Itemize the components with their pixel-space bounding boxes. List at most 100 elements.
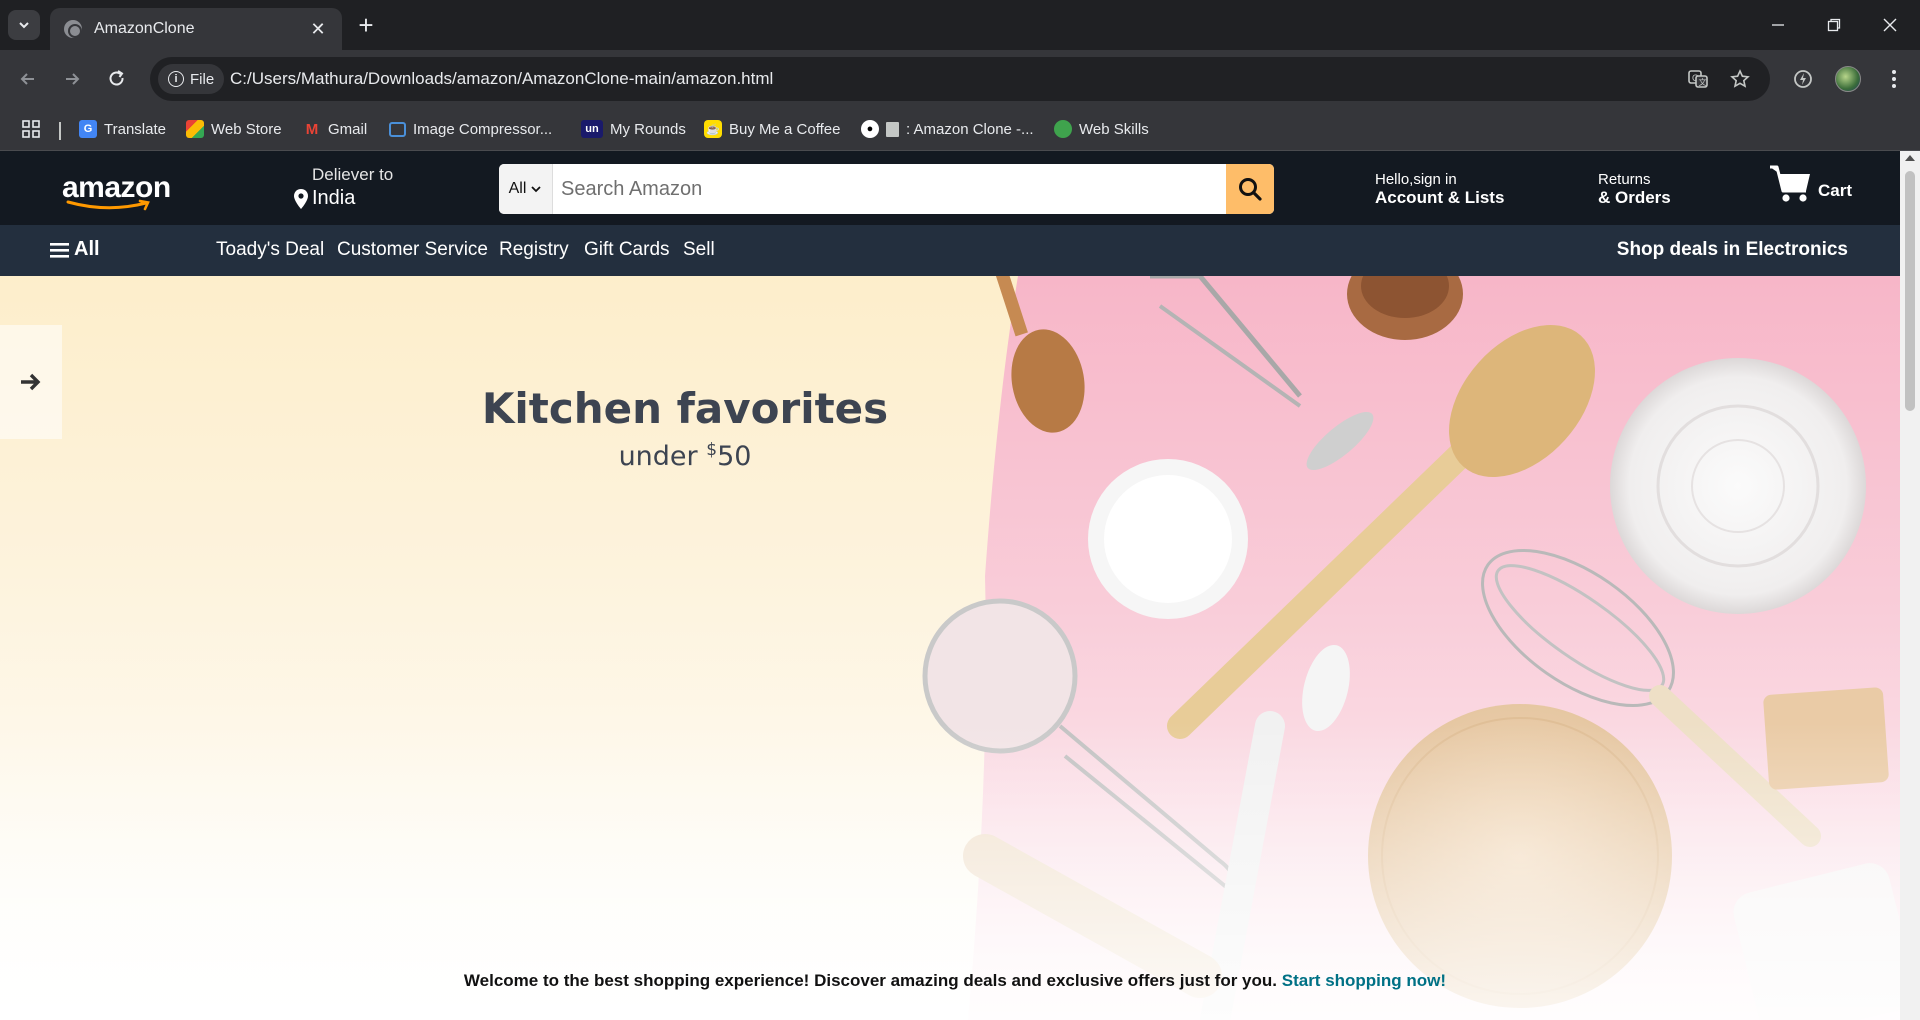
- bookmark-label: Image Compressor...: [413, 120, 553, 138]
- my-rounds-icon: un: [581, 120, 603, 138]
- bookmark-label: : Amazon Clone -...: [906, 120, 1034, 138]
- search-button[interactable]: [1226, 164, 1274, 214]
- arrow-left-icon: [20, 73, 34, 85]
- page-viewport: amazon Deliever to India All He: [0, 151, 1900, 1020]
- bookmark-amazon-clone[interactable]: ● : Amazon Clone -...: [861, 118, 1034, 140]
- tab-search-button[interactable]: [8, 10, 40, 40]
- browser-tab-active[interactable]: AmazonClone ✕: [50, 8, 342, 50]
- bookmark-label: Web Store: [211, 120, 282, 138]
- bookmark-label: Web Skills: [1079, 120, 1149, 138]
- welcome-text: Welcome to the best shopping experience!…: [463, 971, 1277, 990]
- search-category-value: All: [508, 180, 527, 197]
- reload-button[interactable]: [101, 63, 133, 95]
- amazon-nav-strip: All Toady's Deal Customer Service Regist…: [0, 225, 1900, 276]
- scroll-up-icon[interactable]: [1905, 155, 1915, 161]
- nav-link-customer-service[interactable]: Customer Service: [337, 239, 488, 261]
- apps-button[interactable]: [22, 118, 40, 140]
- bookmark-label: Buy Me a Coffee: [729, 120, 841, 138]
- amazon-header: amazon Deliever to India All He: [0, 151, 1900, 225]
- logo-smile-icon: [66, 199, 150, 211]
- bookmark-my-rounds[interactable]: un My Rounds: [581, 118, 686, 140]
- bookmarks-bar: G Translate Web Store M Gmail Image Comp…: [0, 108, 1920, 151]
- bookmark-translate[interactable]: G Translate: [79, 118, 166, 140]
- restore-icon[interactable]: [1814, 10, 1854, 40]
- avatar: [1835, 66, 1861, 92]
- amazon-logo[interactable]: amazon: [62, 171, 171, 211]
- browser-tab-bar: AmazonClone ✕ +: [0, 0, 1920, 50]
- web-store-icon: [186, 120, 204, 138]
- performance-icon[interactable]: [1787, 63, 1819, 95]
- new-tab-button[interactable]: +: [352, 12, 380, 40]
- image-compressor-icon: [389, 121, 406, 137]
- coffee-icon: ☕: [704, 120, 722, 138]
- search-icon: [1239, 178, 1262, 201]
- hero-subtitle: under $50: [420, 440, 950, 472]
- hero-amount: 50: [717, 441, 752, 472]
- bookmark-star-icon[interactable]: [1728, 67, 1752, 91]
- tab-title: AmazonClone: [94, 20, 195, 37]
- nav-promo-electronics[interactable]: Shop deals in Electronics: [1617, 239, 1848, 261]
- profile-avatar[interactable]: [1832, 63, 1864, 95]
- account-lists[interactable]: Hello,sign in Account & Lists: [1375, 171, 1504, 208]
- page-scrollbar[interactable]: [1900, 151, 1920, 1020]
- search-input[interactable]: [553, 164, 1226, 214]
- github-icon: ●: [861, 120, 879, 138]
- forward-button[interactable]: [56, 63, 88, 95]
- address-bar[interactable]: i File C:/Users/Mathura/Downloads/amazon…: [150, 57, 1770, 101]
- site-info-chip[interactable]: i File: [158, 64, 225, 94]
- bookmark-web-skills[interactable]: Web Skills: [1054, 118, 1149, 140]
- search-category-select[interactable]: All: [499, 164, 553, 214]
- search-bar: All: [499, 164, 1274, 214]
- arrow-right-icon: [66, 73, 80, 85]
- kitchen-utensils-image: [0, 276, 1900, 1020]
- url-text[interactable]: C:/Users/Mathura/Downloads/amazon/Amazon…: [230, 69, 773, 89]
- nav-link-registry[interactable]: Registry: [499, 239, 569, 261]
- carousel-prev-button[interactable]: [0, 325, 62, 439]
- bookmark-label: My Rounds: [610, 120, 686, 138]
- bookmark-web-store[interactable]: Web Store: [186, 118, 282, 140]
- hero-sub-prefix: under: [618, 441, 707, 472]
- translate-page-icon[interactable]: G文: [1686, 67, 1710, 91]
- all-menu-label: All: [74, 238, 100, 260]
- all-menu-button[interactable]: All: [50, 238, 100, 261]
- bookmark-image-compressor[interactable]: Image Compressor...: [389, 118, 552, 140]
- reload-icon: [109, 70, 124, 86]
- menu-kebab-icon[interactable]: [1878, 63, 1910, 95]
- nav-link-todays-deal[interactable]: Toady's Deal: [216, 239, 324, 261]
- returns-label: Returns: [1598, 171, 1651, 188]
- bookmark-label: Gmail: [328, 120, 368, 138]
- account-label: Account & Lists: [1375, 188, 1505, 207]
- deliver-label: Deliever to: [312, 165, 394, 184]
- returns-orders[interactable]: Returns & Orders: [1598, 171, 1671, 208]
- cart-icon: [1770, 165, 1810, 202]
- arrow-right-icon: [21, 373, 41, 391]
- deliver-location: India: [294, 187, 355, 210]
- nav-link-gift-cards[interactable]: Gift Cards: [584, 239, 670, 261]
- deliver-country: India: [312, 187, 356, 209]
- web-skills-icon: [1054, 120, 1072, 138]
- start-shopping-link[interactable]: Start shopping now!: [1282, 971, 1446, 990]
- location-pin-icon: [294, 188, 308, 209]
- document-icon: [886, 121, 899, 137]
- globe-icon: [64, 20, 82, 38]
- info-icon: i: [168, 71, 184, 87]
- close-window-icon[interactable]: [1870, 10, 1910, 40]
- bookmark-gmail[interactable]: M Gmail: [303, 118, 367, 140]
- close-tab-icon[interactable]: ✕: [308, 19, 328, 40]
- chevron-down-icon: [531, 186, 542, 193]
- hero-title: Kitchen favorites: [481, 384, 889, 433]
- svg-text:文: 文: [1699, 77, 1707, 87]
- scrollbar-thumb[interactable]: [1905, 171, 1915, 411]
- minimize-icon[interactable]: [1758, 10, 1798, 40]
- bookmarks-divider: [59, 122, 61, 140]
- nav-link-sell[interactable]: Sell: [683, 239, 715, 261]
- hamburger-icon: [50, 242, 69, 258]
- apps-grid-icon: [22, 120, 40, 138]
- cart-button[interactable]: Cart: [1768, 163, 1852, 205]
- back-button[interactable]: [12, 63, 44, 95]
- browser-toolbar: i File C:/Users/Mathura/Downloads/amazon…: [0, 50, 1920, 108]
- orders-label: & Orders: [1598, 188, 1671, 207]
- bookmark-buy-me-a-coffee[interactable]: ☕ Buy Me a Coffee: [704, 118, 840, 140]
- account-greeting: Hello,sign in: [1375, 171, 1457, 188]
- bookmark-label: Translate: [104, 120, 166, 138]
